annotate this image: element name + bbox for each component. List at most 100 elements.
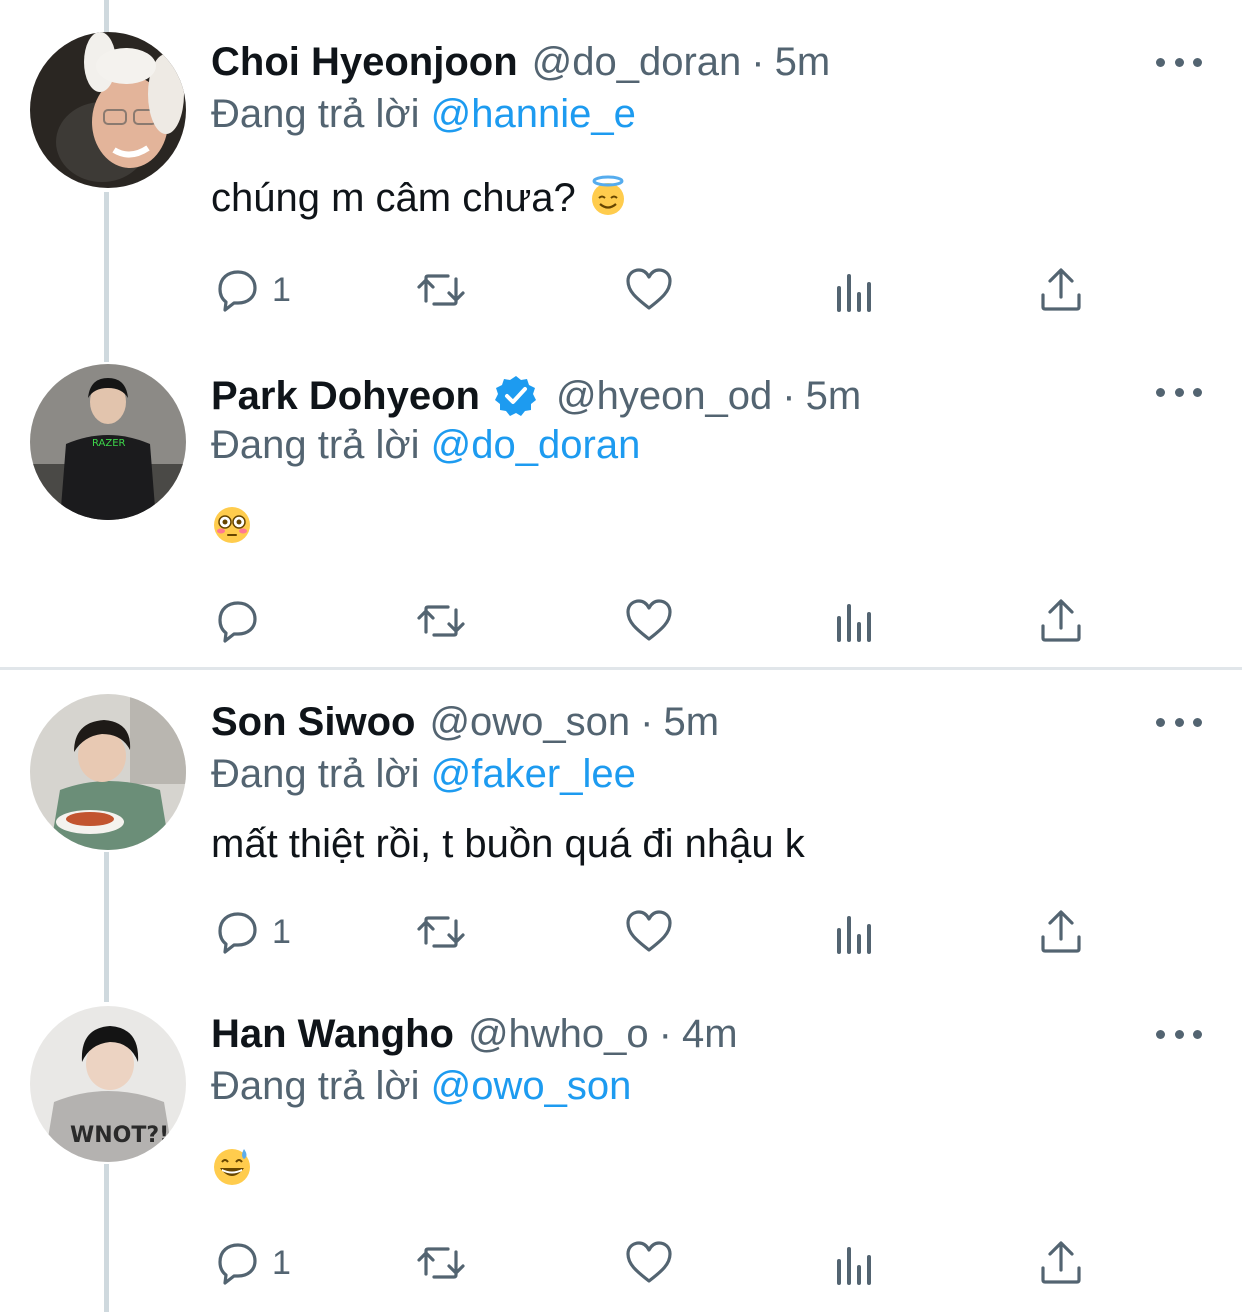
reply-count: 1 xyxy=(272,270,291,309)
replying-to: Đang trả lời @hannie_e xyxy=(211,89,636,139)
tweet-divider xyxy=(0,667,1242,670)
reply-button[interactable]: 1 xyxy=(212,907,291,957)
tweet-text: mất thiệt rồi, t buồn quá đi nhậu k xyxy=(211,819,805,869)
tweet-header: Son Siwoo @owo_son · 5m xyxy=(211,697,719,747)
tweet-header: Choi Hyeonjoon @do_doran · 5m xyxy=(211,37,830,87)
replying-to-mention[interactable]: @faker_lee xyxy=(431,752,636,796)
separator: · xyxy=(782,374,796,418)
replying-to-label: Đang trả lời xyxy=(211,752,420,796)
more-options-icon[interactable] xyxy=(1156,712,1202,732)
heart-icon xyxy=(626,1241,672,1283)
reply-button[interactable]: 1 xyxy=(212,265,291,315)
retweet-button[interactable] xyxy=(416,907,466,957)
separator: · xyxy=(751,40,765,84)
avatar[interactable] xyxy=(30,32,186,188)
avatar[interactable]: WNOT?! xyxy=(30,1006,186,1162)
reply-button[interactable] xyxy=(212,596,272,646)
reply-button[interactable]: 1 xyxy=(212,1238,291,1288)
svg-text:RAZER: RAZER xyxy=(92,438,126,449)
analytics-icon xyxy=(837,604,871,642)
replying-to-mention[interactable]: @owo_son xyxy=(431,1064,632,1108)
replying-to: Đang trả lời @faker_lee xyxy=(211,749,636,799)
retweet-button[interactable] xyxy=(416,265,466,315)
reply-icon xyxy=(218,270,257,312)
retweet-icon xyxy=(417,916,465,948)
like-button[interactable] xyxy=(624,907,674,957)
analytics-icon xyxy=(837,1247,871,1285)
tweet-text-content: mất thiệt rồi, t buồn quá đi nhậu k xyxy=(211,822,805,866)
tweet-text: chúng m câm chưa? xyxy=(211,173,629,223)
reply-icon xyxy=(218,601,257,643)
avatar-photo xyxy=(30,694,186,850)
share-button[interactable] xyxy=(1036,265,1086,315)
replying-to-label: Đang trả lời xyxy=(211,1064,420,1108)
more-options-icon[interactable] xyxy=(1156,382,1202,402)
display-name[interactable]: Son Siwoo xyxy=(211,697,415,747)
smiling-face-with-halo-emoji xyxy=(591,175,624,215)
heart-icon xyxy=(626,268,672,310)
analytics-icon xyxy=(837,916,871,954)
analytics-button[interactable] xyxy=(832,910,882,960)
more-options-icon[interactable] xyxy=(1156,52,1202,72)
reply-count: 1 xyxy=(272,912,291,951)
share-button[interactable] xyxy=(1036,907,1086,957)
share-icon xyxy=(1041,268,1081,311)
like-button[interactable] xyxy=(624,596,674,646)
replying-to-label: Đang trả lời xyxy=(211,423,420,467)
analytics-button[interactable] xyxy=(832,1241,882,1291)
avatar[interactable] xyxy=(30,694,186,850)
retweet-button[interactable] xyxy=(416,1238,466,1288)
replying-to-label: Đang trả lời xyxy=(211,92,420,136)
handle[interactable]: @owo_son xyxy=(429,697,630,747)
thread-line xyxy=(104,852,109,1002)
timestamp[interactable]: 5m xyxy=(806,371,862,421)
timestamp[interactable]: 5m xyxy=(775,37,831,87)
replying-to: Đang trả lời @do_doran xyxy=(211,420,640,470)
avatar-photo: RAZER xyxy=(30,364,186,520)
flushed-face-emoji xyxy=(214,507,250,543)
handle[interactable]: @do_doran xyxy=(532,37,742,87)
share-button[interactable] xyxy=(1036,596,1086,646)
reply-count: 1 xyxy=(272,1243,291,1282)
more-options-icon[interactable] xyxy=(1156,1024,1202,1044)
svg-text:WNOT?!: WNOT?! xyxy=(70,1123,169,1148)
thread-line xyxy=(104,1164,109,1312)
tweet-header: Han Wangho @hwho_o · 4m xyxy=(211,1009,738,1059)
display-name[interactable]: Park Dohyeon xyxy=(211,371,480,421)
display-name[interactable]: Choi Hyeonjoon xyxy=(211,37,518,87)
grinning-face-with-sweat-emoji xyxy=(214,1149,250,1185)
avatar[interactable]: RAZER xyxy=(30,364,186,520)
separator: · xyxy=(658,1012,672,1056)
tweet-header: Park Dohyeon @hyeon_od · 5m xyxy=(211,371,861,421)
tweet-text xyxy=(211,502,253,552)
timestamp[interactable]: 5m xyxy=(664,697,720,747)
display-name[interactable]: Han Wangho xyxy=(211,1009,454,1059)
share-button[interactable] xyxy=(1036,1238,1086,1288)
handle[interactable]: @hyeon_od xyxy=(556,371,772,421)
replying-to-mention[interactable]: @hannie_e xyxy=(431,92,636,136)
retweet-icon xyxy=(417,1247,465,1279)
like-button[interactable] xyxy=(624,265,674,315)
retweet-icon xyxy=(417,274,465,306)
replying-to: Đang trả lời @owo_son xyxy=(211,1061,631,1111)
heart-icon xyxy=(626,599,672,641)
tweet-text xyxy=(211,1144,253,1194)
retweet-button[interactable] xyxy=(416,596,466,646)
share-icon xyxy=(1041,1241,1081,1284)
replying-to-mention[interactable]: @do_doran xyxy=(431,423,641,467)
separator: · xyxy=(640,700,654,744)
reply-icon xyxy=(218,1243,257,1285)
share-icon xyxy=(1041,599,1081,642)
share-icon xyxy=(1041,910,1081,953)
timestamp[interactable]: 4m xyxy=(682,1009,738,1059)
tweet-text-content: chúng m câm chưa? xyxy=(211,176,576,220)
analytics-button[interactable] xyxy=(832,598,882,648)
thread-line xyxy=(104,0,109,32)
heart-icon xyxy=(626,910,672,952)
avatar-photo xyxy=(30,32,186,188)
handle[interactable]: @hwho_o xyxy=(468,1009,649,1059)
retweet-icon xyxy=(417,605,465,637)
like-button[interactable] xyxy=(624,1238,674,1288)
analytics-button[interactable] xyxy=(832,268,882,318)
avatar-photo: WNOT?! xyxy=(30,1006,186,1162)
